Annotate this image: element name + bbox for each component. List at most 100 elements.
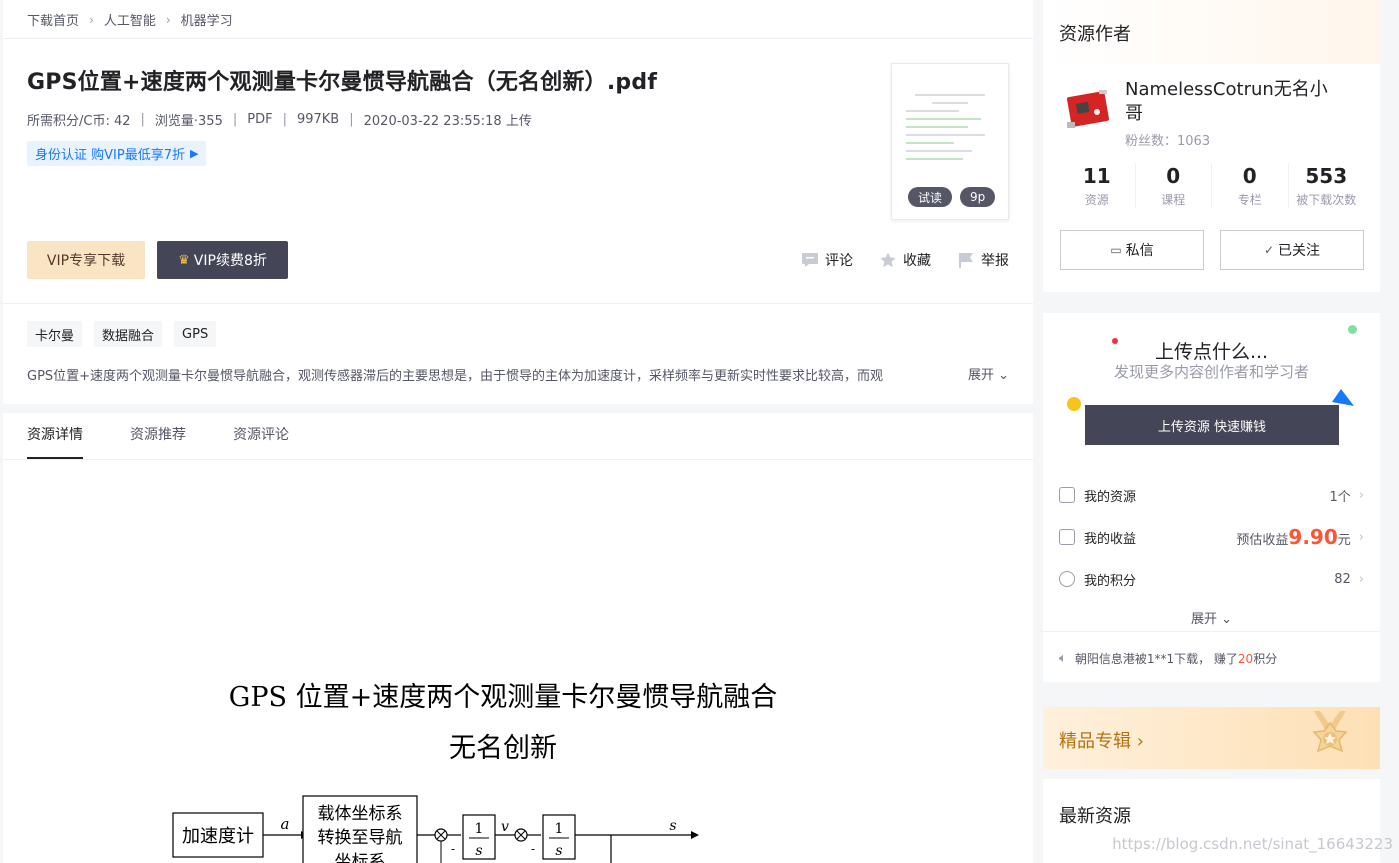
author-card-header: 资源作者 (1043, 0, 1380, 64)
divider (3, 459, 1033, 460)
chevron-right-icon: › (89, 12, 94, 27)
resource-meta: 所需积分/C币: 42 | 浏览量·355 | PDF | 997KB | 20… (27, 112, 532, 129)
earnings-amount: 9.90 (1288, 525, 1338, 549)
divider (3, 303, 1033, 304)
play-triangle-icon: ▶ (189, 147, 199, 160)
meta-size: 997KB (296, 112, 340, 127)
author-name[interactable]: NamelessCotrun无名小哥 (1125, 78, 1335, 126)
upload-expand-button[interactable]: 展开 ⌄ (1043, 608, 1380, 627)
breadcrumb-home[interactable]: 下载首页 (27, 10, 79, 29)
meta-type: PDF (247, 112, 273, 127)
tab-recommend[interactable]: 资源推荐 (130, 413, 186, 459)
detail-tabs: 资源详情 资源推荐 资源评论 (27, 413, 289, 459)
tag-list: 卡尔曼 数据融合 GPS (27, 321, 217, 347)
crown-icon: ♛ (178, 252, 190, 268)
my-earnings-row[interactable]: 我的收益 预估收益 9.90 元 › (1059, 525, 1364, 549)
resource-detail-card: 资源详情 资源推荐 资源评论 GPS 位置+速度两个观测量卡尔曼惯导航融合 无名… (3, 413, 1033, 863)
thumbnail-page (906, 94, 994, 166)
coins-icon (1059, 571, 1075, 587)
featured-albums-banner[interactable]: 精品专辑 › (1043, 707, 1380, 769)
svg-text:转换至导航: 转换至导航 (318, 828, 403, 848)
chevron-down-icon: ⌄ (1221, 612, 1233, 627)
resource-title: GPS位置+速度两个观测量卡尔曼惯导航融合（无名创新）.pdf (27, 70, 658, 95)
star-icon (879, 252, 897, 268)
preview-title-line1: GPS 位置+速度两个观测量卡尔曼惯导航融合 (228, 682, 778, 713)
svg-text:a: a (281, 815, 290, 833)
meta-upload-time: 2020-03-22 23:55:18 上传 (363, 114, 532, 129)
stat-columns[interactable]: 0 专栏 (1212, 163, 1289, 208)
description-expand-button[interactable]: 展开 ⌄ (968, 364, 1009, 383)
divider (3, 38, 1033, 39)
document-thumbnail[interactable]: 试读 9p (891, 63, 1009, 220)
flag-icon (957, 252, 975, 268)
breadcrumb-ml[interactable]: 机器学习 (181, 10, 233, 29)
svg-text:1: 1 (555, 821, 564, 837)
meta-points: 所需积分/C币: 42 (27, 114, 131, 129)
chevron-down-icon: ⌄ (998, 368, 1009, 383)
resource-description: GPS位置+速度两个观测量卡尔曼惯导航融合，观测传感器滞后的主要思想是，由于惯导… (27, 369, 884, 384)
private-message-button[interactable]: ▭ 私信 (1060, 230, 1204, 270)
upload-resource-button[interactable]: 上传资源 快速赚钱 (1085, 405, 1339, 445)
comment-button[interactable]: 评论 (801, 250, 853, 270)
folder-plus-icon (1059, 487, 1075, 503)
svg-text:载体坐标系: 载体坐标系 (318, 804, 403, 824)
tag-gps[interactable]: GPS (174, 321, 217, 347)
avatar[interactable] (1063, 84, 1113, 136)
chevron-right-icon: › (165, 12, 171, 27)
follow-button[interactable]: ✓ 已关注 (1220, 230, 1364, 270)
block-accel-label: 加速度计 (182, 826, 254, 847)
breadcrumb: 下载首页 › 人工智能 › 机器学习 (27, 10, 233, 30)
resource-actions: 评论 收藏 举报 (801, 250, 1009, 270)
tag-kalman[interactable]: 卡尔曼 (27, 321, 83, 347)
upload-card: 上传点什么... 发现更多内容创作者和学习者 上传资源 快速赚钱 我的资源 1个… (1043, 313, 1380, 682)
stat-resources[interactable]: 11 资源 (1059, 163, 1136, 208)
tab-details[interactable]: 资源详情 (27, 413, 83, 459)
preview-title-line2: 无名创新 (449, 733, 557, 764)
featured-title: 精品专辑 › (1059, 731, 1144, 752)
vip-discount-link[interactable]: 身份认证 购VIP最低享7折 ▶ (27, 141, 207, 166)
my-resources-row[interactable]: 我的资源 1个 › (1059, 484, 1364, 506)
svg-text:1: 1 (475, 821, 484, 837)
trial-read-badge[interactable]: 试读 (908, 187, 953, 207)
divider (1043, 631, 1380, 632)
my-points-row[interactable]: 我的积分 82 › (1059, 568, 1364, 590)
decor-dot-green (1348, 325, 1357, 334)
svg-text:s: s (475, 843, 482, 859)
chevron-right-icon: › (1358, 487, 1364, 503)
author-fans: 粉丝数：1063 (1125, 134, 1211, 149)
author-card: 资源作者 NamelessCotrun无名小哥 粉丝数：1063 11 资源 0… (1043, 0, 1380, 292)
resource-header-card: 下载首页 › 人工智能 › 机器学习 GPS位置+速度两个观测量卡尔曼惯导航融合… (3, 0, 1033, 404)
svg-text:坐标系: 坐标系 (335, 852, 386, 863)
upload-subtitle: 发现更多内容创作者和学习者 (1113, 363, 1309, 381)
stat-courses[interactable]: 0 课程 (1136, 163, 1212, 208)
meta-views: 浏览量·355 (154, 114, 223, 129)
latest-title: 最新资源 (1059, 806, 1131, 827)
upload-title: 上传点什么... (1154, 341, 1269, 363)
vip-download-button[interactable]: VIP专享下载 (27, 241, 145, 279)
report-button[interactable]: 举报 (957, 250, 1009, 270)
check-icon: ✓ (1263, 243, 1275, 257)
message-icon: ▭ (1110, 243, 1122, 257)
stat-downloads: 553 被下载次数 (1296, 164, 1357, 207)
svg-text:s: s (555, 843, 562, 859)
author-stats: 11 资源 0 课程 0 专栏 553 被下载次数 (1059, 163, 1364, 208)
svg-text:s: s (669, 818, 676, 834)
breadcrumb-ai[interactable]: 人工智能 (104, 10, 156, 29)
vip-renew-button[interactable]: ♛ VIP续费8折 (157, 241, 288, 279)
tab-comments[interactable]: 资源评论 (233, 413, 289, 459)
svg-text:-: - (451, 842, 455, 856)
page-count-badge: 9p (960, 187, 996, 207)
block-diagram: 加速度计 a 载体坐标系 转换至导航 坐标系 - 1 s v - 1 s s (172, 795, 699, 863)
medal-icon (1312, 711, 1348, 753)
download-notice: 🔈︎ 朝阳信息港被1**1下载， 赚了 20 积分 (1059, 651, 1278, 666)
decor-dot-yellow (1067, 397, 1081, 411)
watermark: https://blog.csdn.net/sinat_16643223 (1112, 835, 1393, 853)
tag-data-fusion[interactable]: 数据融合 (94, 321, 163, 347)
chevron-right-icon: › (1358, 529, 1364, 545)
wallet-icon (1059, 529, 1075, 545)
chevron-right-icon: › (1358, 571, 1364, 587)
comment-icon (801, 252, 819, 268)
svg-text:-: - (531, 842, 535, 856)
favorite-button[interactable]: 收藏 (879, 250, 931, 270)
speaker-icon: 🔈︎ (1059, 651, 1067, 666)
